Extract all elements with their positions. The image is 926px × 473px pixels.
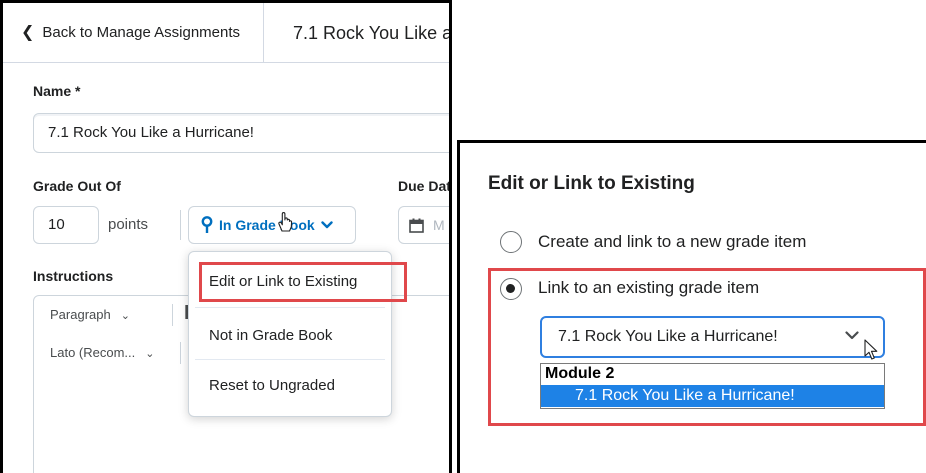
hand-pointer-cursor-icon xyxy=(278,212,293,232)
radio-label-link-existing-grade-item: Link to an existing grade item xyxy=(538,278,760,297)
grade-book-menu: Edit or Link to Existing Not in Grade Bo… xyxy=(188,251,392,417)
in-grade-book-button[interactable]: In Grade Book xyxy=(188,206,356,244)
toolbar-divider xyxy=(180,342,181,364)
grade-item-select[interactable]: 7.1 Rock You Like a Hurricane! xyxy=(540,316,885,358)
font-family-select[interactable]: Lato (Recom... ⌄ xyxy=(50,334,154,373)
chevron-left-icon: ❮ xyxy=(21,24,35,41)
menu-item-edit-or-link-to-existing[interactable]: Edit or Link to Existing xyxy=(189,258,391,306)
paragraph-format-label: Paragraph xyxy=(50,307,111,322)
insert-stuff-icon[interactable]: ▤ xyxy=(450,340,452,358)
chevron-down-icon xyxy=(845,331,859,340)
dialog-title: Edit or Link to Existing xyxy=(488,173,695,194)
edit-or-link-dialog: Edit or Link to Existing Create and link… xyxy=(457,140,926,473)
points-input[interactable]: 10 xyxy=(33,206,99,244)
menu-item-not-in-grade-book[interactable]: Not in Grade Book xyxy=(189,312,391,360)
points-unit-label: points xyxy=(108,216,149,233)
assignment-editor-panel: ❮ Back to Manage Assignments 7.1 Rock You… xyxy=(0,0,452,473)
topbar-divider xyxy=(263,3,264,63)
grade-item-select-value: 7.1 Rock You Like a Hurricane! xyxy=(558,328,778,345)
option-group-module-2: Module 2 xyxy=(545,365,615,382)
top-navigation-bar: ❮ Back to Manage Assignments 7.1 Rock You… xyxy=(3,3,449,63)
chevron-down-icon: ⌄ xyxy=(120,310,130,322)
chevron-down-icon: ⌄ xyxy=(145,348,155,360)
due-date-label: Due Date xyxy=(398,178,451,194)
menu-separator xyxy=(195,307,385,308)
assignment-title: 7.1 Rock You Like a Hurricane! xyxy=(293,23,452,43)
paragraph-format-select[interactable]: Paragraph ⌄ xyxy=(50,296,130,335)
name-input[interactable]: 7.1 Rock You Like a Hurricane! xyxy=(33,113,449,153)
grade-field-divider xyxy=(180,210,181,240)
menu-item-reset-to-ungraded[interactable]: Reset to Ungraded xyxy=(189,362,391,410)
option-rock-you-like-a-hurricane[interactable]: 7.1 Rock You Like a Hurricane! xyxy=(541,385,884,407)
chevron-down-icon xyxy=(320,221,333,229)
mouse-pointer-icon xyxy=(864,339,878,360)
calendar-icon xyxy=(409,218,424,233)
back-to-manage-assignments-link[interactable]: ❮ Back to Manage Assignments xyxy=(21,3,240,63)
back-link-label: Back to Manage Assignments xyxy=(42,24,241,41)
gradebook-pin-icon xyxy=(201,216,213,233)
toolbar-divider xyxy=(172,304,173,326)
grade-item-options-list: Module 2 7.1 Rock You Like a Hurricane! xyxy=(540,363,885,409)
name-label: Name * xyxy=(33,83,81,99)
due-date-placeholder: M xyxy=(433,217,445,233)
instructions-label: Instructions xyxy=(33,268,114,284)
radio-selected-dot xyxy=(506,284,515,293)
font-family-label: Lato (Recom... xyxy=(50,345,136,360)
menu-separator xyxy=(195,359,385,360)
radio-label-create-new-grade-item: Create and link to a new grade item xyxy=(538,232,807,251)
grade-out-of-label: Grade Out Of xyxy=(33,178,121,194)
radio-link-existing-grade-item[interactable] xyxy=(500,278,522,300)
in-grade-book-label: In Grade Book xyxy=(219,217,315,233)
radio-create-new-grade-item[interactable] xyxy=(500,231,522,253)
due-date-input[interactable]: M xyxy=(398,206,449,244)
